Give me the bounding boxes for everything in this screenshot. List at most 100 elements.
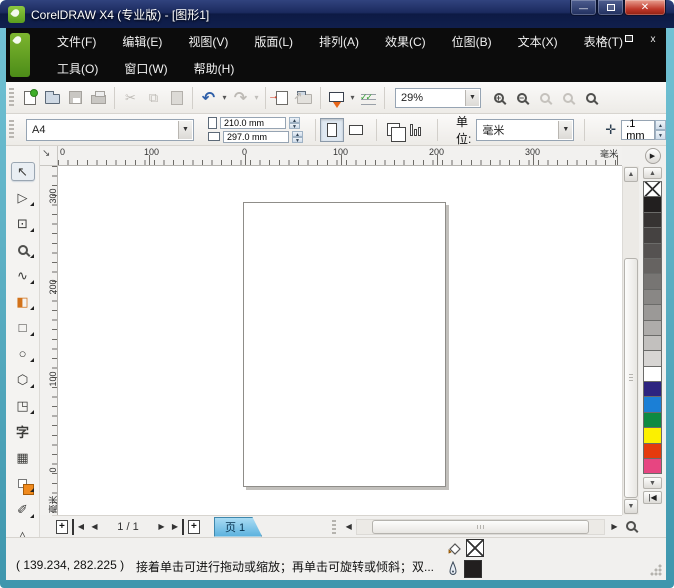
pick-tool[interactable]: ↖ bbox=[11, 162, 35, 181]
no-color-swatch[interactable] bbox=[643, 181, 662, 197]
color-swatch[interactable] bbox=[643, 227, 662, 243]
page-indicator[interactable]: 1 / 1 bbox=[102, 521, 154, 533]
undo-button[interactable]: ↶ bbox=[197, 86, 220, 110]
paste-button[interactable] bbox=[165, 86, 188, 110]
menu-bitmaps[interactable]: 位图(B) bbox=[439, 28, 505, 55]
next-page-button[interactable]: ▶ bbox=[154, 519, 169, 535]
zoom-level-combo[interactable]: 29% ▼ bbox=[395, 88, 481, 108]
property-bar-grip[interactable] bbox=[9, 120, 14, 140]
outline-color-swatch[interactable] bbox=[464, 560, 482, 578]
doc-close-button[interactable]: x bbox=[646, 34, 660, 45]
last-page-button[interactable]: ▶ bbox=[169, 519, 184, 535]
units-combo[interactable]: 毫米 ▼ bbox=[476, 119, 574, 141]
toolbar-grip[interactable] bbox=[9, 88, 14, 108]
scroll-right-button[interactable]: ▶ bbox=[607, 519, 622, 535]
cut-button[interactable]: ✂ bbox=[119, 86, 142, 110]
horizontal-scroll-thumb[interactable] bbox=[372, 520, 589, 534]
scroll-up-button[interactable]: ▲ bbox=[624, 167, 638, 182]
first-page-button[interactable]: ◀ bbox=[72, 519, 87, 535]
menu-view[interactable]: 视图(V) bbox=[175, 28, 241, 55]
zoom-to-page-button[interactable] bbox=[579, 86, 602, 110]
paper-height-spinner[interactable]: ▲▼ bbox=[292, 131, 303, 143]
horizontal-scrollbar[interactable] bbox=[356, 519, 605, 535]
color-swatch[interactable] bbox=[643, 350, 662, 366]
menu-tools[interactable]: 工具(O) bbox=[44, 55, 111, 82]
zoom-tool[interactable] bbox=[11, 240, 35, 259]
color-swatch[interactable] bbox=[643, 381, 662, 397]
drawing-page[interactable] bbox=[243, 202, 446, 487]
color-swatch[interactable] bbox=[643, 396, 662, 412]
palette-flyout-button[interactable]: ▶ bbox=[645, 148, 661, 164]
paper-preset-combo[interactable]: A4 ▼ bbox=[26, 119, 194, 141]
drawing-canvas[interactable] bbox=[58, 166, 622, 515]
zoom-to-all-button[interactable] bbox=[556, 86, 579, 110]
add-page-after-button[interactable] bbox=[188, 520, 200, 534]
smart-fill-tool[interactable]: ◧ bbox=[11, 292, 35, 311]
undo-dropdown[interactable]: ▾ bbox=[220, 93, 229, 102]
vertical-ruler[interactable]: 300 200 100 0 毫米 bbox=[40, 166, 58, 515]
menu-layout[interactable]: 版面(L) bbox=[241, 28, 306, 55]
application-launcher-button[interactable] bbox=[325, 86, 348, 110]
menu-effects[interactable]: 效果(C) bbox=[372, 28, 439, 55]
application-launcher-dropdown[interactable]: ▾ bbox=[348, 93, 357, 102]
color-swatch[interactable] bbox=[643, 243, 662, 259]
menu-text[interactable]: 文本(X) bbox=[505, 28, 571, 55]
zoom-out-button[interactable]: − bbox=[510, 86, 533, 110]
freehand-tool[interactable]: ∿ bbox=[11, 266, 35, 285]
ellipse-tool[interactable]: ○ bbox=[11, 344, 35, 363]
vertical-scroll-thumb[interactable] bbox=[624, 258, 638, 498]
zoom-to-selected-button[interactable] bbox=[533, 86, 556, 110]
paper-height-input[interactable]: 297.0 mm bbox=[223, 131, 289, 143]
paper-preset-dropdown-icon[interactable]: ▼ bbox=[178, 121, 192, 139]
menu-arrange[interactable]: 排列(A) bbox=[306, 28, 372, 55]
color-swatch[interactable] bbox=[643, 366, 662, 382]
scroll-left-button[interactable]: ◀ bbox=[341, 519, 356, 535]
all-pages-layout-button[interactable] bbox=[381, 118, 405, 142]
minimize-button[interactable]: — bbox=[570, 0, 597, 16]
redo-button[interactable]: ↷ bbox=[229, 86, 252, 110]
outline-pen-tool[interactable]: △ bbox=[11, 526, 35, 537]
color-swatch[interactable] bbox=[643, 320, 662, 336]
eyedropper-tool[interactable]: ✐ bbox=[11, 500, 35, 519]
color-swatch[interactable] bbox=[643, 443, 662, 459]
rectangle-tool[interactable]: □ bbox=[11, 318, 35, 337]
crop-tool[interactable]: ⊡ bbox=[11, 214, 35, 233]
color-swatch[interactable] bbox=[643, 304, 662, 320]
menu-window[interactable]: 窗口(W) bbox=[111, 55, 180, 82]
fill-color-swatch[interactable] bbox=[466, 539, 484, 557]
portrait-button[interactable] bbox=[320, 118, 344, 142]
menu-edit[interactable]: 编辑(E) bbox=[109, 28, 175, 55]
color-swatch[interactable] bbox=[643, 289, 662, 305]
zoom-combo-dropdown-icon[interactable]: ▼ bbox=[465, 90, 479, 106]
navigator-splitter[interactable] bbox=[332, 520, 336, 534]
polygon-tool[interactable]: ⬡ bbox=[11, 370, 35, 389]
horizontal-ruler[interactable]: 0 100 0 100 200 300 毫米 bbox=[58, 146, 622, 166]
color-swatch[interactable] bbox=[643, 458, 662, 474]
shape-tool[interactable]: ▷ bbox=[11, 188, 35, 207]
nudge-spinner[interactable]: ▲▼ bbox=[655, 120, 666, 140]
add-page-before-button[interactable] bbox=[56, 520, 68, 534]
color-swatch[interactable] bbox=[643, 412, 662, 428]
interactive-blend-tool[interactable] bbox=[11, 474, 35, 493]
copy-button[interactable]: ⧉ bbox=[142, 86, 165, 110]
zoom-in-button[interactable]: + bbox=[487, 86, 510, 110]
color-swatch[interactable] bbox=[643, 427, 662, 443]
paper-width-spinner[interactable]: ▲▼ bbox=[289, 117, 300, 129]
color-swatch[interactable] bbox=[643, 212, 662, 228]
scroll-down-button[interactable]: ▼ bbox=[624, 499, 638, 514]
close-button[interactable]: ✕ bbox=[624, 0, 666, 16]
table-tool[interactable]: ▦ bbox=[11, 448, 35, 467]
previous-page-button[interactable]: ◀ bbox=[87, 519, 102, 535]
export-button[interactable]: ↗ bbox=[293, 86, 316, 110]
import-button[interactable]: → bbox=[270, 86, 293, 110]
redo-dropdown[interactable]: ▾ bbox=[252, 93, 261, 102]
vertical-scrollbar[interactable]: ▲ ▼ bbox=[622, 166, 639, 515]
page-tab[interactable]: 页 1 bbox=[214, 517, 262, 537]
pan-zoom-button[interactable] bbox=[622, 517, 639, 535]
doc-restore-button[interactable] bbox=[622, 34, 636, 45]
welcome-screen-button[interactable] bbox=[357, 86, 380, 110]
landscape-button[interactable] bbox=[344, 118, 368, 142]
color-swatch[interactable] bbox=[643, 258, 662, 274]
color-swatch[interactable] bbox=[643, 335, 662, 351]
nudge-offset-input[interactable]: .1 mm bbox=[621, 120, 655, 140]
